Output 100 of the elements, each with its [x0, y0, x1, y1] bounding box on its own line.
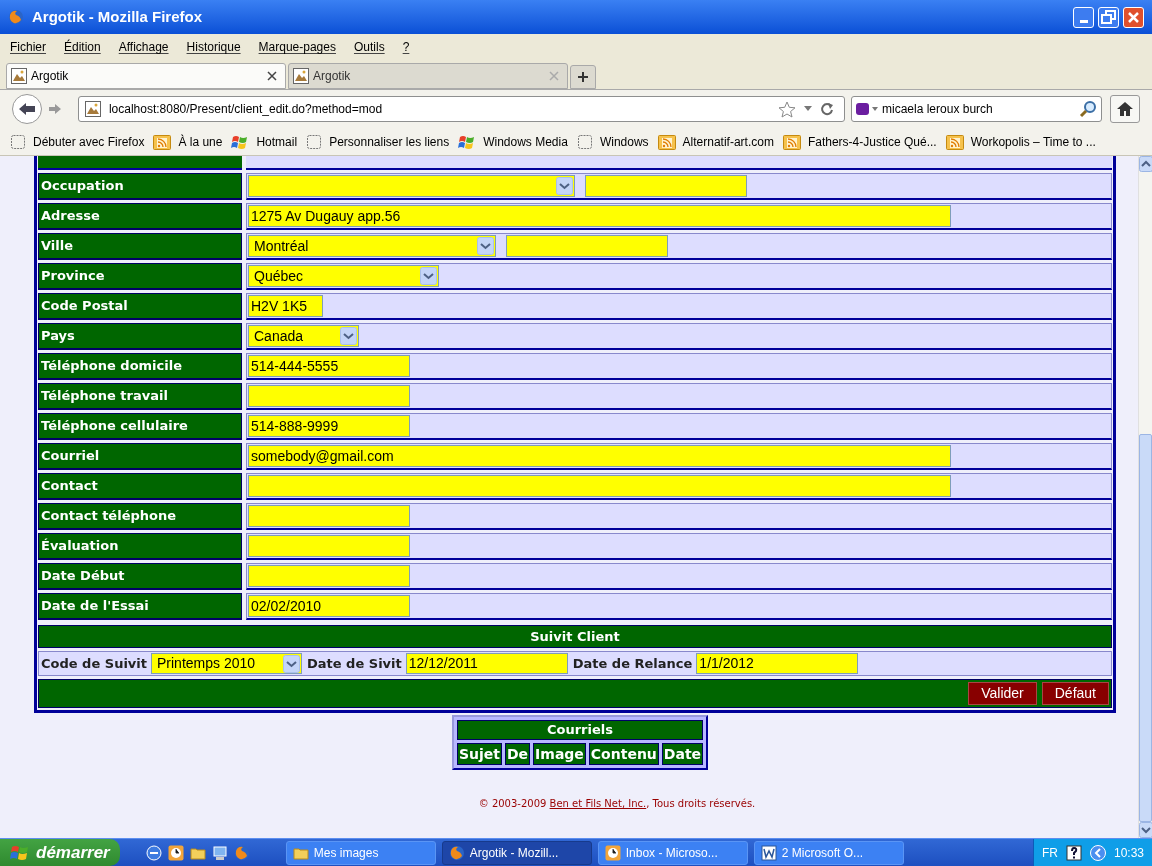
scrollbar[interactable]: [1138, 156, 1152, 838]
bookmark-link[interactable]: Fathers-4-Justice Qué...: [807, 132, 937, 151]
menu-item[interactable]: Outils: [353, 38, 385, 56]
input-field[interactable]: somebody@gmail.com: [248, 445, 951, 467]
input-field[interactable]: [248, 505, 410, 527]
input-field[interactable]: 514-444-5555: [248, 355, 410, 377]
taskbar-button[interactable]: 2 Microsoft O...: [753, 840, 904, 865]
close-button[interactable]: [1123, 6, 1144, 28]
field-label: Adresse: [38, 203, 242, 230]
feed-folder-icon: [945, 133, 964, 150]
bookmark-link[interactable]: Alternatif-art.com: [682, 132, 774, 151]
column-header: Image: [533, 743, 586, 765]
field-label: Téléphone domicile: [38, 353, 242, 380]
field-label: Date Début: [38, 563, 242, 590]
bookmark-link[interactable]: Workopolis – Time to ...: [970, 132, 1096, 151]
menu-item[interactable]: Édition: [64, 38, 101, 56]
taskbar-button[interactable]: Mes images: [285, 840, 436, 865]
dropdown[interactable]: Montréal: [248, 235, 496, 257]
flag-icon: [231, 133, 250, 150]
home-icon: [1116, 101, 1135, 117]
minimize-icon: [1079, 19, 1088, 23]
search-icon: [1079, 100, 1098, 118]
globe-icon: [448, 844, 465, 861]
input-field[interactable]: 514-888-9999: [248, 415, 410, 437]
input-field[interactable]: [585, 175, 747, 197]
column-header: De: [504, 743, 531, 765]
input-field[interactable]: 12/12/2011: [405, 653, 568, 674]
clock: 10:33: [1113, 844, 1144, 862]
tab[interactable]: Argotik: [288, 63, 568, 89]
field-label: Téléphone travail: [38, 383, 242, 410]
feed-folder-icon: [782, 133, 801, 150]
dropdown[interactable]: Printemps 2010: [151, 653, 302, 674]
menu-item[interactable]: Fichier: [10, 38, 46, 56]
bookmark-link[interactable]: Hotmail: [256, 132, 298, 151]
field-label: Date de Relance: [572, 654, 693, 673]
picture-frame-icon: [293, 68, 309, 84]
section-header: Suivit Client: [38, 625, 1112, 648]
menu-item[interactable]: ?: [402, 38, 410, 56]
input-field[interactable]: 1275 Av Dugauy app.56: [248, 205, 951, 227]
dropdown[interactable]: Canada: [248, 325, 359, 347]
search-field[interactable]: micaela leroux burch: [851, 96, 1103, 122]
field-label: Province: [38, 263, 242, 290]
menu-item[interactable]: Marque-pages: [258, 38, 336, 56]
bookmark-link[interactable]: Windows Media: [483, 132, 568, 151]
document-icon: [760, 844, 777, 861]
bookmark-link[interactable]: À la une: [178, 132, 223, 151]
form-button[interactable]: Défaut: [1041, 682, 1109, 705]
address-bar[interactable]: localhost:8080/Present/client_edit.do?method=mod: [77, 96, 845, 122]
home-button[interactable]: [1110, 95, 1140, 123]
bookmark-link[interactable]: Windows: [599, 132, 649, 151]
window-title: Argotik - Mozilla Firefox: [32, 6, 202, 27]
input-field[interactable]: 1/1/2012: [696, 653, 859, 674]
bookmark-link[interactable]: Débuter avec Firefox: [33, 132, 145, 151]
input-field[interactable]: H2V 1K5: [248, 295, 323, 317]
input-field[interactable]: [248, 535, 410, 557]
field-label: Code de Suivit: [41, 654, 147, 673]
input-field[interactable]: [506, 235, 668, 257]
field-label: Pays: [38, 323, 242, 350]
scroll-up-icon: [1139, 156, 1152, 172]
menu-item[interactable]: Historique: [186, 38, 241, 56]
field-label: Contact téléphone: [38, 503, 242, 530]
feed-folder-icon: [153, 133, 172, 150]
blank-page-icon: [306, 133, 323, 150]
start-button[interactable]: démarrer: [0, 839, 120, 866]
bookmark-link[interactable]: Personnaliser les liens: [329, 132, 450, 151]
form-button[interactable]: Valider: [968, 682, 1037, 705]
new-tab-button[interactable]: [570, 65, 596, 89]
input-field[interactable]: [248, 565, 410, 587]
minimize-button[interactable]: [1073, 6, 1094, 28]
maximize-icon: [1099, 7, 1118, 27]
flag-icon: [458, 133, 477, 150]
picture-frame-icon: [84, 101, 101, 117]
blank-page-icon: [576, 133, 593, 150]
company-link[interactable]: Ben et Fils Net, Inc.: [549, 798, 647, 809]
tab[interactable]: Argotik: [6, 63, 286, 89]
input-field[interactable]: 02/02/2010: [248, 595, 410, 617]
taskbar-button[interactable]: Argotik - Mozill...: [441, 840, 592, 865]
field-label: Occupation: [38, 173, 242, 200]
back-arrow-icon: [17, 102, 36, 116]
table-header: Courriels: [456, 720, 704, 740]
input-field[interactable]: [248, 385, 410, 407]
field-label: Date de Sivit: [307, 654, 402, 673]
menu-item[interactable]: Affichage: [118, 38, 169, 56]
column-header: Contenu: [588, 743, 659, 765]
star-icon: [778, 100, 796, 118]
globe-icon: [233, 844, 250, 861]
field-label: Date de l'Essai: [38, 593, 242, 620]
maximize-button[interactable]: [1098, 6, 1119, 28]
help-icon: [1065, 844, 1082, 861]
back-button[interactable]: [12, 94, 42, 124]
dropdown[interactable]: Québec: [248, 265, 439, 287]
clock-icon: [167, 844, 184, 861]
scroll-down-icon: [1139, 822, 1152, 838]
input-field[interactable]: [248, 475, 951, 497]
field-label: Évaluation: [38, 533, 242, 560]
dropdown[interactable]: [248, 175, 575, 197]
taskbar-button[interactable]: Inbox - Microso...: [597, 840, 748, 865]
close-icon: [267, 71, 277, 81]
search-engine-icon: [856, 102, 878, 116]
feed-folder-icon: [657, 133, 676, 150]
